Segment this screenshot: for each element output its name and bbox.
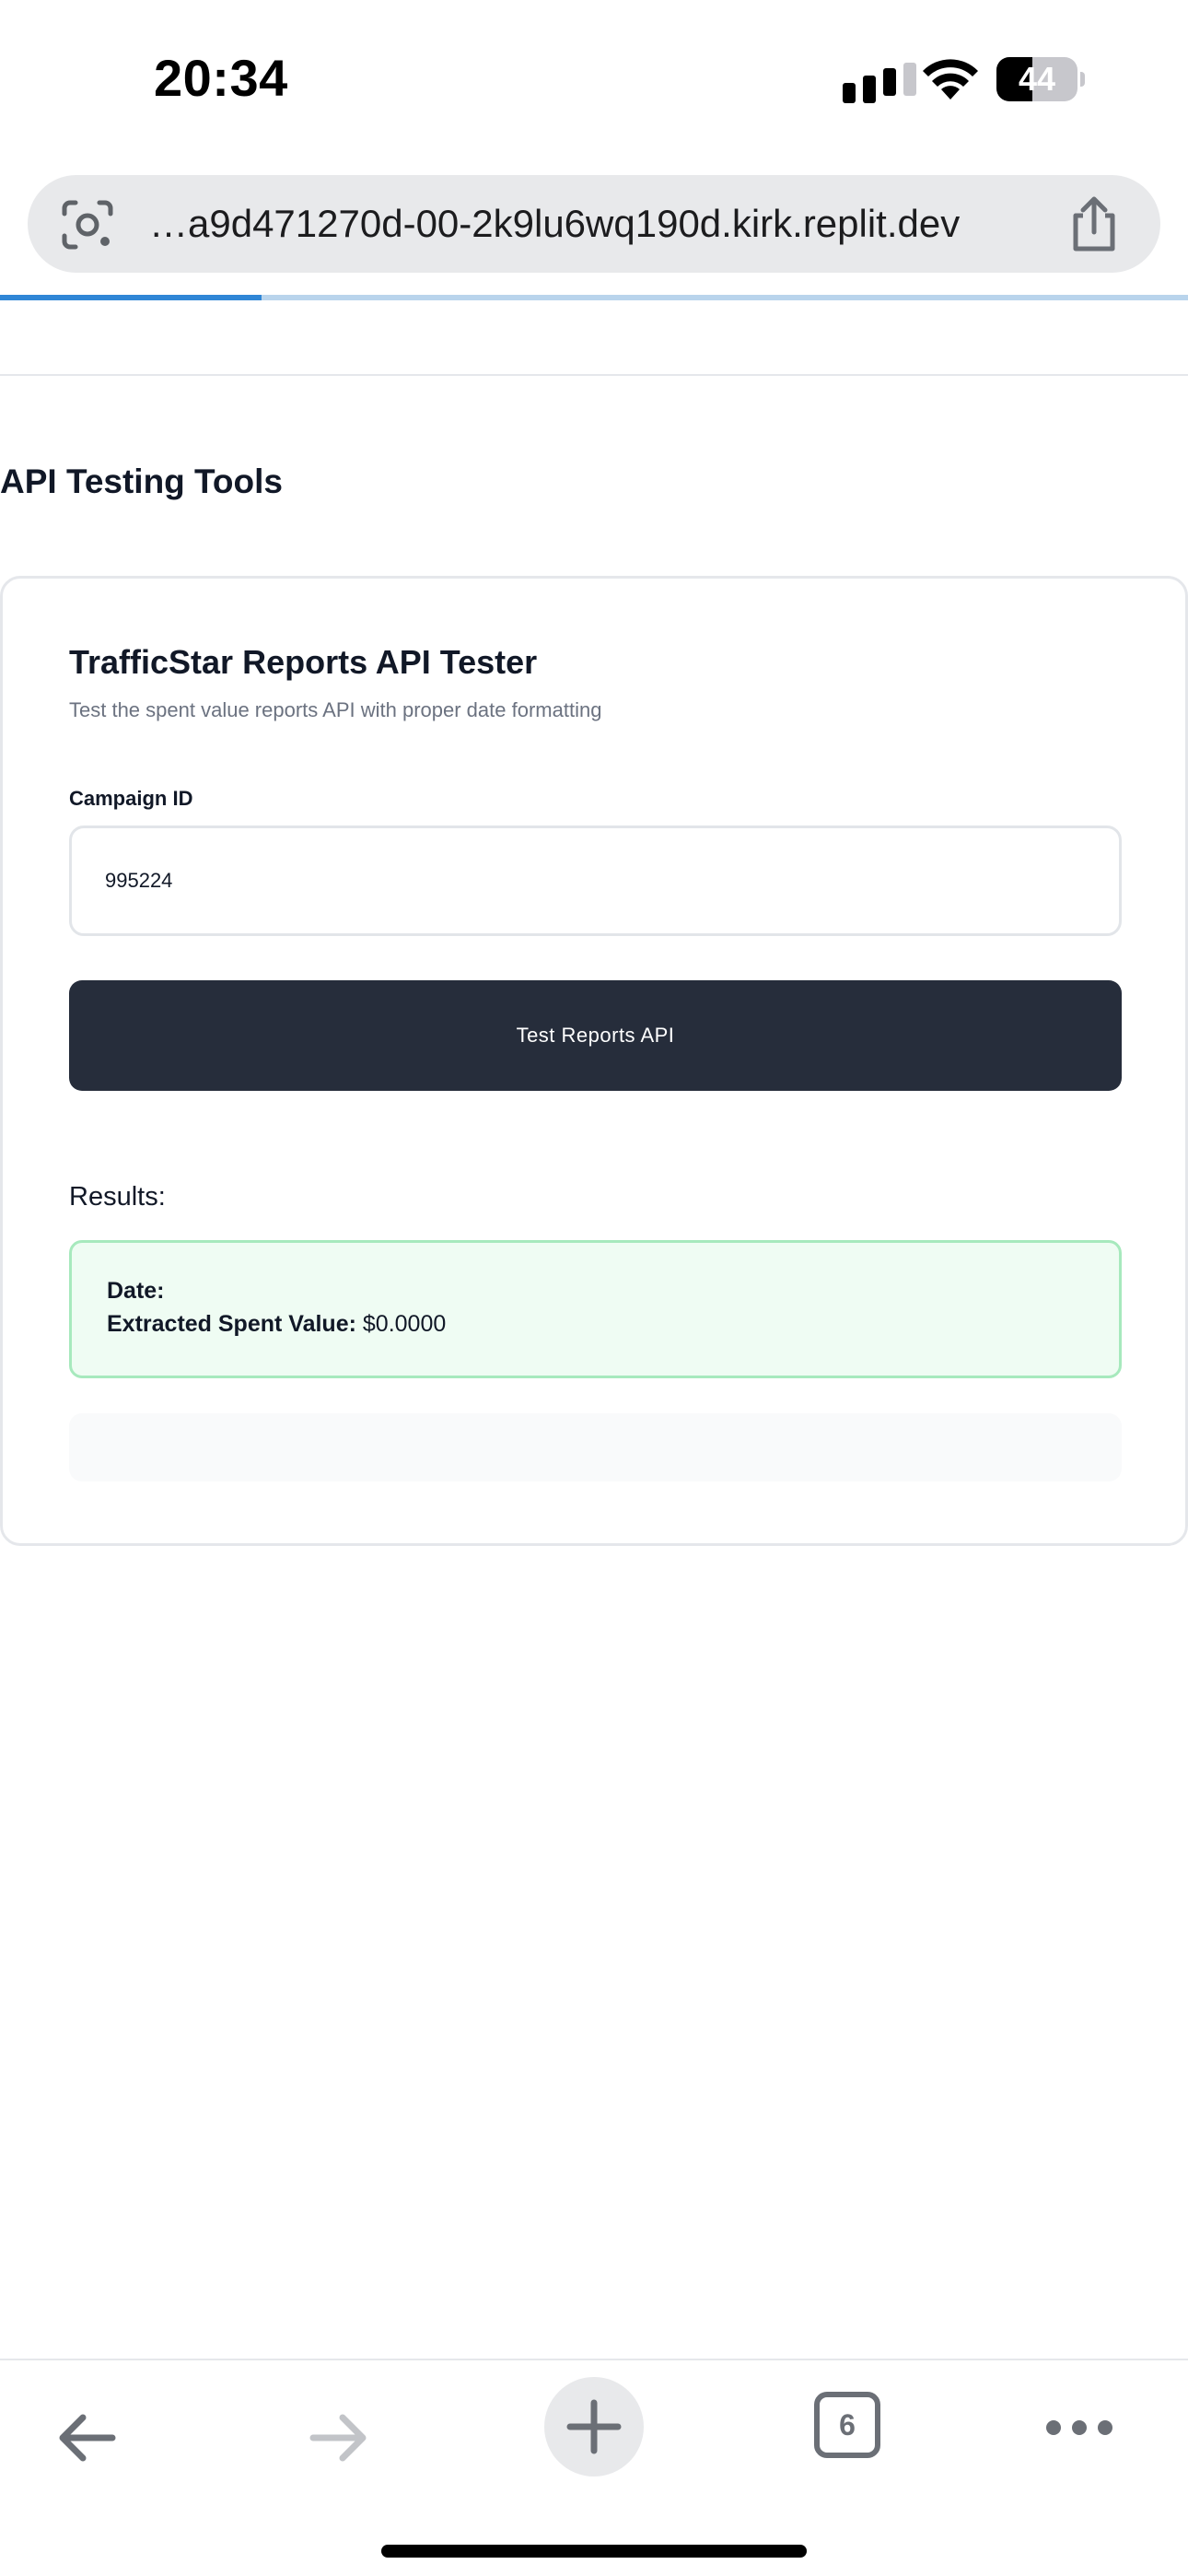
plus-icon [566, 2399, 622, 2454]
cellular-signal-icon [843, 63, 916, 103]
home-indicator [381, 2545, 807, 2558]
tabs-button[interactable]: 6 [814, 2392, 880, 2458]
new-tab-button[interactable] [544, 2377, 644, 2476]
card-description: Test the spent value reports API with pr… [69, 698, 602, 721]
share-icon[interactable] [1068, 195, 1120, 252]
browser-screen: 20:34 44 …a9d471270d-00-2k9lu6wq190d.kir… [0, 0, 1188, 2576]
tab-count: 6 [839, 2408, 856, 2441]
page-load-progress [0, 295, 1188, 300]
header-divider [0, 374, 1188, 376]
forward-arrow-icon[interactable] [306, 2405, 372, 2471]
status-bar: 20:34 44 [0, 0, 1188, 161]
wifi-icon [923, 59, 978, 100]
result-spent-label: Extracted Spent Value: [107, 1311, 356, 1337]
test-reports-api-button[interactable]: Test Reports API [69, 980, 1122, 1091]
campaign-id-input[interactable] [69, 825, 1122, 936]
battery-indicator: 44 [996, 57, 1085, 101]
more-icon[interactable] [1042, 2414, 1116, 2441]
campaign-id-label: Campaign ID [69, 787, 193, 810]
result-date-label: Date: [107, 1278, 165, 1304]
raw-response-box [69, 1413, 1122, 1481]
back-arrow-icon[interactable] [53, 2405, 120, 2471]
status-time: 20:34 [154, 49, 288, 107]
card-title: TrafficStar Reports API Tester [69, 643, 538, 681]
section-title: API Testing Tools [0, 463, 283, 500]
browser-toolbar: 6 [0, 2359, 1188, 2576]
reports-api-tester-card: TrafficStar Reports API Tester Test the … [0, 576, 1188, 1546]
result-spent-line: Extracted Spent Value: $0.0000 [107, 1311, 446, 1338]
result-success-box: Date: Extracted Spent Value: $0.0000 [69, 1240, 1122, 1378]
url-text[interactable]: …a9d471270d-00-2k9lu6wq190d.kirk.replit.… [149, 175, 1070, 273]
battery-level-text: 44 [1018, 60, 1056, 98]
results-label: Results: [69, 1182, 166, 1212]
lens-icon[interactable] [61, 199, 114, 251]
address-bar[interactable]: …a9d471270d-00-2k9lu6wq190d.kirk.replit.… [28, 175, 1160, 273]
result-date-line: Date: [107, 1278, 165, 1305]
result-spent-value: $0.0000 [362, 1311, 447, 1337]
page-load-progress-fill [0, 295, 262, 300]
